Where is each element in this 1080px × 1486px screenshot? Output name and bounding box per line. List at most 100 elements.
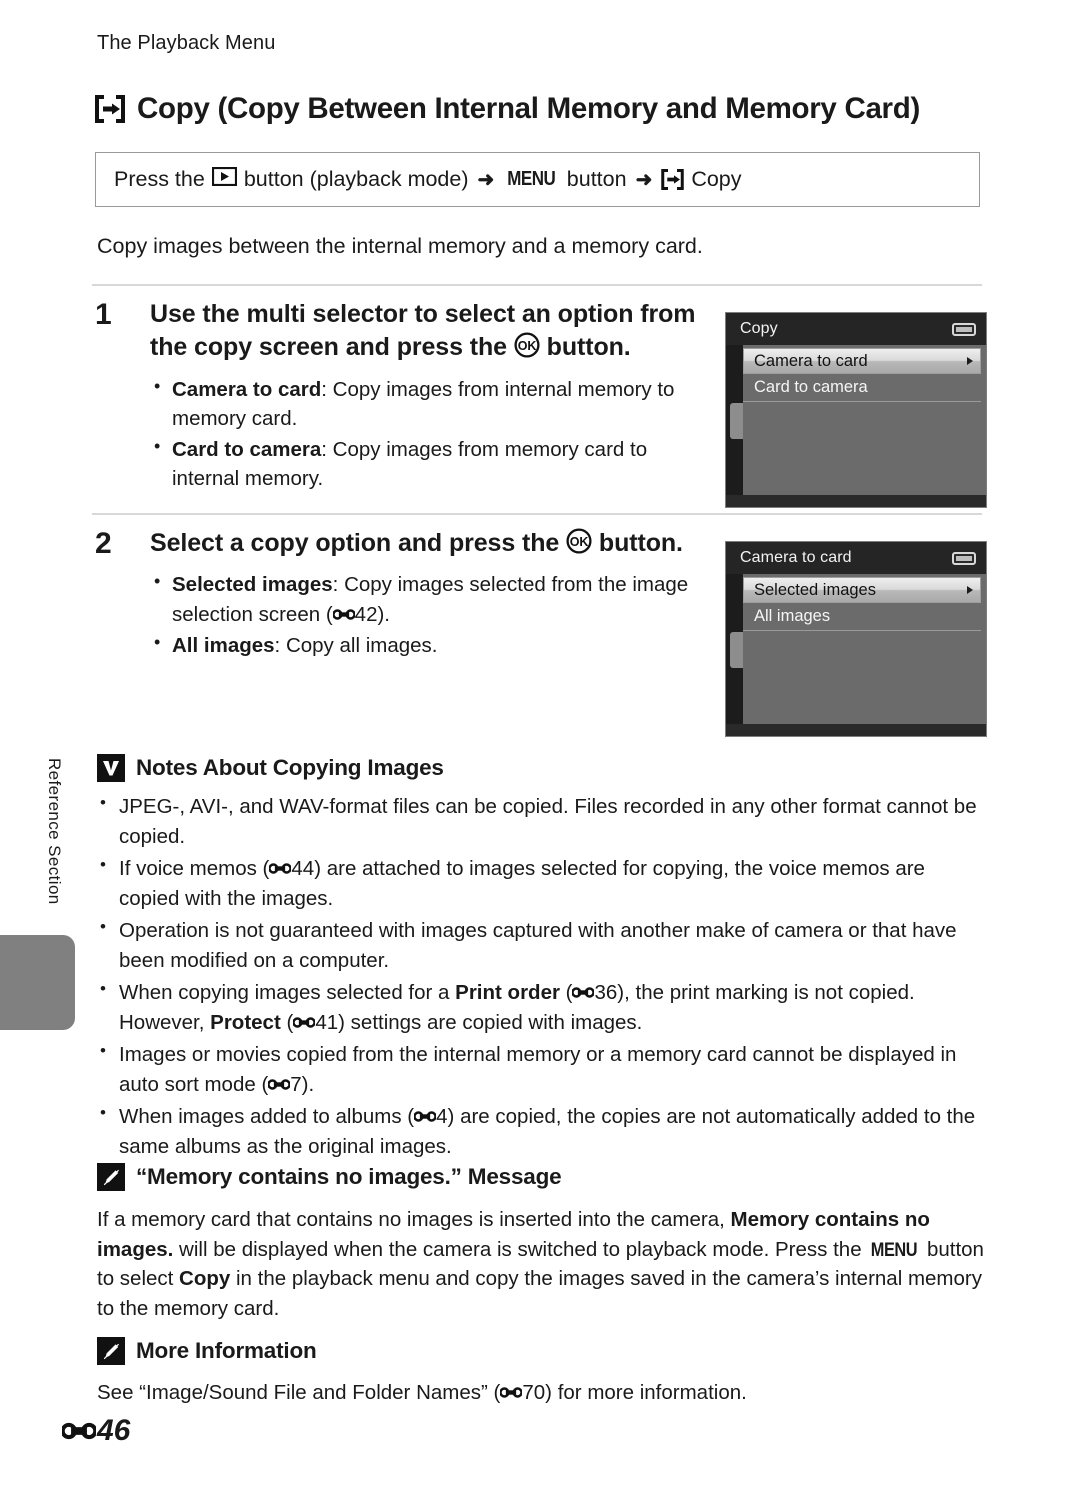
step-1-number: 1 (95, 298, 112, 331)
notes-heading: Notes About Copying Images (97, 754, 444, 782)
camera-screen-2-item-2[interactable]: All images (743, 603, 981, 631)
ok-button-icon: OK (566, 528, 592, 563)
camera-screen-1-footer (726, 495, 986, 507)
step-2-bullet-2: All images: Copy all images. (150, 630, 715, 660)
menu-path-prefix: Press the (114, 167, 205, 191)
reference-section-label: Reference Section (45, 758, 64, 905)
notes-item-5-ref: 7 (290, 1072, 302, 1096)
camera-screen-2-content: Selected images All images (743, 574, 986, 724)
step-2-bullet-2-sep: : (274, 633, 286, 657)
step-1-bullet-1-sep: : (321, 377, 333, 401)
notes-item-2-ref: 44 (291, 857, 315, 881)
notes-item-6-pre: When images added to albums ( (119, 1105, 415, 1129)
manual-page: Reference Section The Playback Menu Copy… (0, 0, 1080, 1486)
step-1-bullet-1-term: Camera to card (172, 377, 322, 401)
more-information-heading: More Information (97, 1337, 317, 1365)
camera-screen-copy: Copy Camera to card Card to camera (725, 312, 987, 508)
more-info-post: ) for more information. (545, 1381, 747, 1404)
copy-icon (95, 95, 125, 123)
camera-screen-1-selected-label: Camera to card (754, 351, 868, 370)
step-2: 2 Select a copy option and press the OK … (95, 527, 715, 662)
battery-icon (952, 551, 976, 565)
step-1-bullets: Camera to card: Copy images from interna… (150, 374, 715, 494)
camera-screen-2-selected-label: Selected images (754, 580, 876, 599)
copy-icon-small (661, 169, 685, 190)
notes-item-6-ref: 4 (436, 1105, 448, 1129)
camera-screen-2-titlebar: Camera to card (726, 542, 986, 574)
step-2-bullet-2-text: Copy all images. (285, 633, 438, 657)
notes-item-4-ref1: 36 (594, 981, 618, 1005)
menu-path-line: Press the button (playback mode) ➜ MENU … (114, 166, 742, 192)
more-information-heading-text: More Information (136, 1338, 317, 1363)
notes-item-5-pre: Images or movies copied from the interna… (119, 1043, 957, 1096)
notes-item-4-bold-print-order: Print order (455, 981, 560, 1005)
step-1-bullet-2-term: Card to camera (172, 438, 322, 462)
message-bold-2: Copy (179, 1267, 231, 1291)
notes-item-1: JPEG-, AVI-, and WAV-format files can be… (97, 791, 985, 851)
step-1-heading: Use the multi selector to select an opti… (150, 298, 715, 368)
step-2-bullet-1-ref: 42 (354, 602, 378, 626)
camera-screen-1-selected-item[interactable]: Camera to card (743, 348, 981, 374)
notes-item-4: When copying images selected for a Print… (97, 977, 985, 1037)
page-title: Copy (Copy Between Internal Memory and M… (95, 92, 995, 126)
message-p1: If a memory card that contains no images… (97, 1208, 731, 1231)
menu-path-box: Press the button (playback mode) ➜ MENU … (95, 152, 980, 207)
notes-item-4-mid3: ( (280, 1010, 294, 1034)
pencil-note-icon (97, 1337, 125, 1365)
step-2-bullet-1-term: Selected images (172, 573, 333, 597)
camera-screen-1-content: Camera to card Card to camera (743, 345, 986, 495)
notes-item-5-post: ). (301, 1072, 315, 1096)
camera-screen-2-item-2-label: All images (754, 607, 831, 625)
step-2-heading: Select a copy option and press the OK bu… (150, 527, 715, 563)
message-heading-text: “Memory contains no images.” Message (136, 1164, 562, 1189)
notes-item-3-text: Operation is not guaranteed with images … (119, 919, 957, 972)
divider-2 (92, 513, 982, 515)
notes-item-3: Operation is not guaranteed with images … (97, 915, 985, 975)
notes-item-2-pre: If voice memos ( (119, 857, 270, 881)
message-heading: “Memory contains no images.” Message (97, 1163, 562, 1191)
camera-screen-1-item-2[interactable]: Card to camera (743, 374, 981, 402)
message-p4: in the playback menu and copy the images… (97, 1267, 982, 1320)
camera-screen-1-titlebar: Copy (726, 313, 986, 345)
step-2-number: 2 (95, 527, 112, 560)
arrow-right-icon-2: ➜ (635, 169, 653, 191)
notes-item-5: Images or movies copied from the interna… (97, 1039, 985, 1099)
divider-1 (92, 284, 982, 286)
camera-screen-2-sidebar (726, 574, 743, 724)
page-number: 46 (97, 1414, 131, 1447)
reference-mark-icon (572, 985, 595, 1000)
more-info-ref: 70 (522, 1381, 546, 1404)
notes-item-4-pre: When copying images selected for a (119, 981, 456, 1005)
step-1: 1 Use the multi selector to select an op… (95, 298, 715, 496)
notes-item-6: When images added to albums (4) are copi… (97, 1101, 985, 1161)
menu-button-label: MENU (507, 168, 557, 190)
camera-screen-2-title: Camera to card (740, 549, 852, 566)
chevron-right-icon (967, 586, 973, 594)
step-1-bullet-2: Card to camera: Copy images from memory … (150, 434, 715, 494)
camera-screen-1-item-2-label: Card to camera (754, 378, 868, 396)
message-paragraph: If a memory card that contains no images… (97, 1205, 985, 1323)
camera-screen-camera-to-card: Camera to card Selected images All image… (725, 541, 987, 737)
menu-path-target: Copy (691, 167, 742, 191)
camera-screen-2-footer (726, 724, 986, 736)
step-1-bullet-2-sep: : (321, 438, 333, 462)
ok-button-icon: OK (514, 332, 540, 367)
reference-mark-icon (268, 1077, 291, 1092)
more-info-pre: See “Image/Sound File and Folder Names” … (97, 1381, 501, 1404)
reference-mark-icon (269, 861, 292, 876)
menu-path-mid: button (playback mode) (243, 167, 469, 191)
svg-text:OK: OK (518, 339, 537, 353)
menu-button-label: MENU (871, 1239, 918, 1261)
step-2-bullet-1-after: ). (377, 602, 391, 626)
arrow-right-icon-1: ➜ (477, 169, 495, 191)
reference-mark-icon (414, 1109, 437, 1124)
notes-item-1-text: JPEG-, AVI-, and WAV-format files can be… (119, 795, 977, 848)
camera-screen-2-selected-item[interactable]: Selected images (743, 577, 981, 603)
camera-screen-1-sidetab (730, 403, 743, 439)
playback-button-icon (211, 166, 237, 192)
reference-mark-icon (332, 607, 355, 622)
camera-screen-2-sidetab (730, 632, 743, 668)
caution-check-icon (97, 754, 125, 782)
battery-icon (952, 322, 976, 336)
step-2-heading-tail: button. (598, 529, 683, 557)
